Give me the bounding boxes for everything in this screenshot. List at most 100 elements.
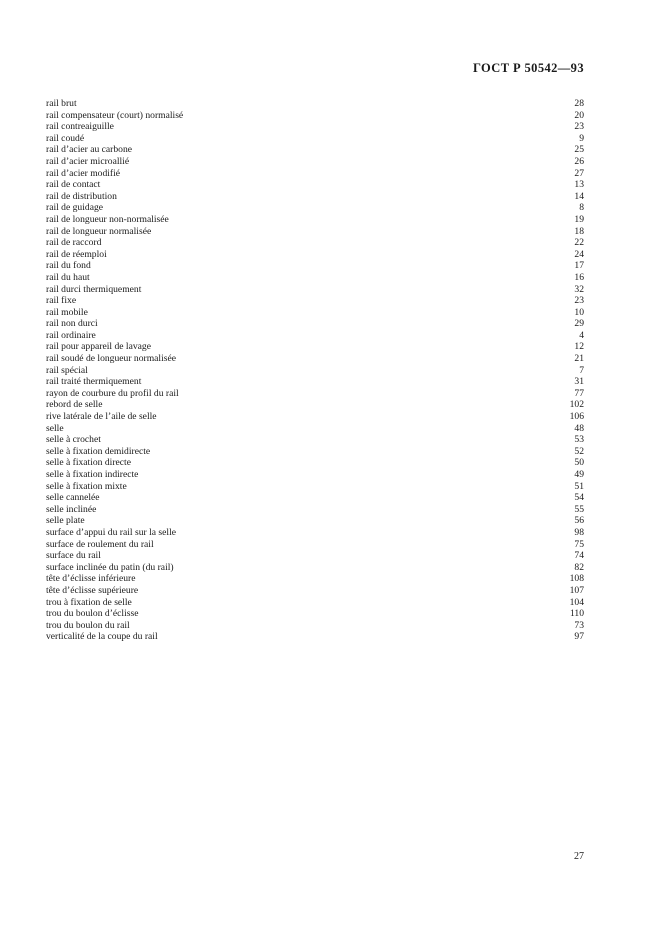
index-entry-term: rail non durci <box>46 318 98 330</box>
page-header-standard-reference: ГОСТ Р 50542—93 <box>472 61 584 75</box>
index-entry-row: rail non durci 29 <box>46 318 584 330</box>
index-entry-page-number: 54 <box>574 492 584 504</box>
index-entry-term: surface d’appui du rail sur la selle <box>46 526 176 538</box>
index-entry-term: surface du rail <box>46 550 101 562</box>
index-entry-term: tête d’éclisse supérieure <box>46 584 139 596</box>
index-entry-page-number: 9 <box>579 132 584 144</box>
index-entry-term: rail de longueur non-normalisée <box>46 213 169 225</box>
index-entry-page-number: 4 <box>579 329 584 341</box>
index-entry-term: trou du boulon d’éclisse <box>46 608 139 620</box>
index-entry-row: selle à fixation mixte 51 <box>46 481 584 493</box>
index-entry-page-number: 8 <box>579 202 584 214</box>
index-entry-page-number: 23 <box>574 121 584 133</box>
index-entry-page-number: 7 <box>579 364 584 376</box>
index-entry-term: tête d’éclisse inférieure <box>46 573 136 585</box>
index-entry-page-number: 102 <box>569 399 584 411</box>
index-entry-term: rail compensateur (court) normalisé <box>46 109 184 121</box>
index-entry-row: rail mobile 10 <box>46 307 584 319</box>
index-entry-page-number: 51 <box>574 480 584 492</box>
index-entry-row: selle à crochet 53 <box>46 434 584 446</box>
index-entry-row: rebord de selle 102 <box>46 399 584 411</box>
index-entry-row: surface du rail 74 <box>46 550 584 562</box>
index-entry-row: trou du boulon d’éclisse 110 <box>46 608 584 620</box>
index-entry-row: rail de contact 13 <box>46 179 584 191</box>
index-entry-term: rail soudé de longueur normalisée <box>46 353 177 365</box>
index-entry-term: rebord de selle <box>46 399 103 411</box>
index-entry-row: selle à fixation indirecte 49 <box>46 469 584 481</box>
index-entry-page-number: 56 <box>574 515 584 527</box>
index-entry-term: selle à crochet <box>46 434 101 446</box>
index-entry-term: selle plate <box>46 515 85 527</box>
index-entry-page-number: 17 <box>574 260 584 272</box>
index-entry-page-number: 19 <box>574 213 584 225</box>
index-entry-page-number: 25 <box>574 144 584 156</box>
index-entry-term: rail de distribution <box>46 190 117 202</box>
index-entry-row: selle plate 56 <box>46 515 584 527</box>
index-entry-row: selle inclinée 55 <box>46 504 584 516</box>
index-entry-page-number: 108 <box>569 573 584 585</box>
index-entry-page-number: 74 <box>574 550 584 562</box>
index-entry-page-number: 73 <box>574 619 584 631</box>
index-entry-page-number: 49 <box>574 469 584 480</box>
index-entry-page-number: 98 <box>574 526 584 538</box>
index-entry-page-number: 23 <box>574 295 584 307</box>
index-entry-row: rail d’acier microallié 26 <box>46 156 584 168</box>
index-entry-term: rail de guidage <box>46 202 104 214</box>
index-entry-row: tête d’éclisse supérieure 107 <box>46 585 584 597</box>
index-entry-page-number: 110 <box>569 608 584 620</box>
index-entry-term: rail pour appareil de lavage <box>46 341 151 353</box>
index-entry-page-number: 52 <box>574 445 584 457</box>
index-entry-page-number: 21 <box>574 353 584 365</box>
index-entry-row: rail fixe 23 <box>46 295 584 307</box>
index-entry-row: rail ordinaire 4 <box>46 330 584 342</box>
index-entry-page-number: 10 <box>574 306 584 318</box>
index-entry-term: rayon de courbure du profil du rail <box>46 387 179 399</box>
index-entry-page-number: 55 <box>574 503 584 515</box>
index-entry-term: surface de roulement du rail <box>46 538 154 550</box>
index-entry-page-number: 107 <box>569 584 584 596</box>
index-entry-row: trou à fixation de selle 104 <box>46 597 584 609</box>
index-entry-term: rail d’acier au carbone <box>46 144 133 156</box>
index-entry-page-number: 20 <box>574 109 584 121</box>
index-entry-page-number: 27 <box>574 167 584 179</box>
index-entry-row: rail brut 28 <box>46 98 584 110</box>
footer-page-number: 27 <box>574 851 584 862</box>
index-entry-term: selle cannelée <box>46 492 100 504</box>
index-entry-row: rail de guidage 8 <box>46 202 584 214</box>
index-entry-row: rayon de courbure du profil du rail 77 <box>46 388 584 400</box>
index-entry-row: rail de distribution 14 <box>46 191 584 203</box>
index-entry-page-number: 77 <box>574 387 584 399</box>
index-entry-row: rail soudé de longueur normalisée 21 <box>46 353 584 365</box>
index-entry-term: rail durci thermiquement <box>46 283 142 295</box>
index-entry-term: rail ordinaire <box>46 329 96 341</box>
index-entry-term: rail de réemploi <box>46 248 107 260</box>
index-entry-page-number: 106 <box>569 411 584 423</box>
index-entry-page-number: 22 <box>574 237 584 249</box>
index-entry-page-number: 16 <box>574 271 584 283</box>
document-page: ГОСТ Р 50542—93 rail brut 28 rail compensa… <box>0 0 661 936</box>
index-entry-row: rail de longueur normalisée 18 <box>46 226 584 238</box>
index-entry-page-number: 26 <box>574 155 584 167</box>
index-entry-row: rail de réemploi 24 <box>46 249 584 261</box>
index-entry-page-number: 14 <box>574 190 584 202</box>
index-entry-term: trou du boulon du rail <box>46 619 130 631</box>
index-entry-term: rail coudé <box>46 132 85 144</box>
index-entry-row: rail durci thermiquement 32 <box>46 284 584 296</box>
index-entry-page-number: 32 <box>574 283 584 295</box>
index-entry-term: rail d’acier microallié <box>46 155 130 167</box>
index-entry-page-number: 82 <box>574 561 584 573</box>
index-entry-page-number: 13 <box>574 179 584 191</box>
index-entry-row: selle à fixation directe 50 <box>46 457 584 469</box>
index-entry-row: rail traité thermiquement 31 <box>46 376 584 388</box>
index-entry-row: rail contreaiguille 23 <box>46 121 584 133</box>
index-entry-term: rail traité thermiquement <box>46 376 142 388</box>
index-entry-term: rail mobile <box>46 306 88 318</box>
index-entry-row: selle 48 <box>46 423 584 435</box>
index-entry-page-number: 29 <box>574 318 584 330</box>
index-entry-page-number: 53 <box>574 434 584 446</box>
index-entry-row: trou du boulon du rail 73 <box>46 620 584 632</box>
index-entry-term: selle à fixation indirecte <box>46 469 139 480</box>
index-entry-row: rail de raccord 22 <box>46 237 584 249</box>
index-entry-row: rail d’acier modifié 27 <box>46 168 584 180</box>
index-entry-term: surface inclinée du patin (du rail) <box>46 561 174 573</box>
